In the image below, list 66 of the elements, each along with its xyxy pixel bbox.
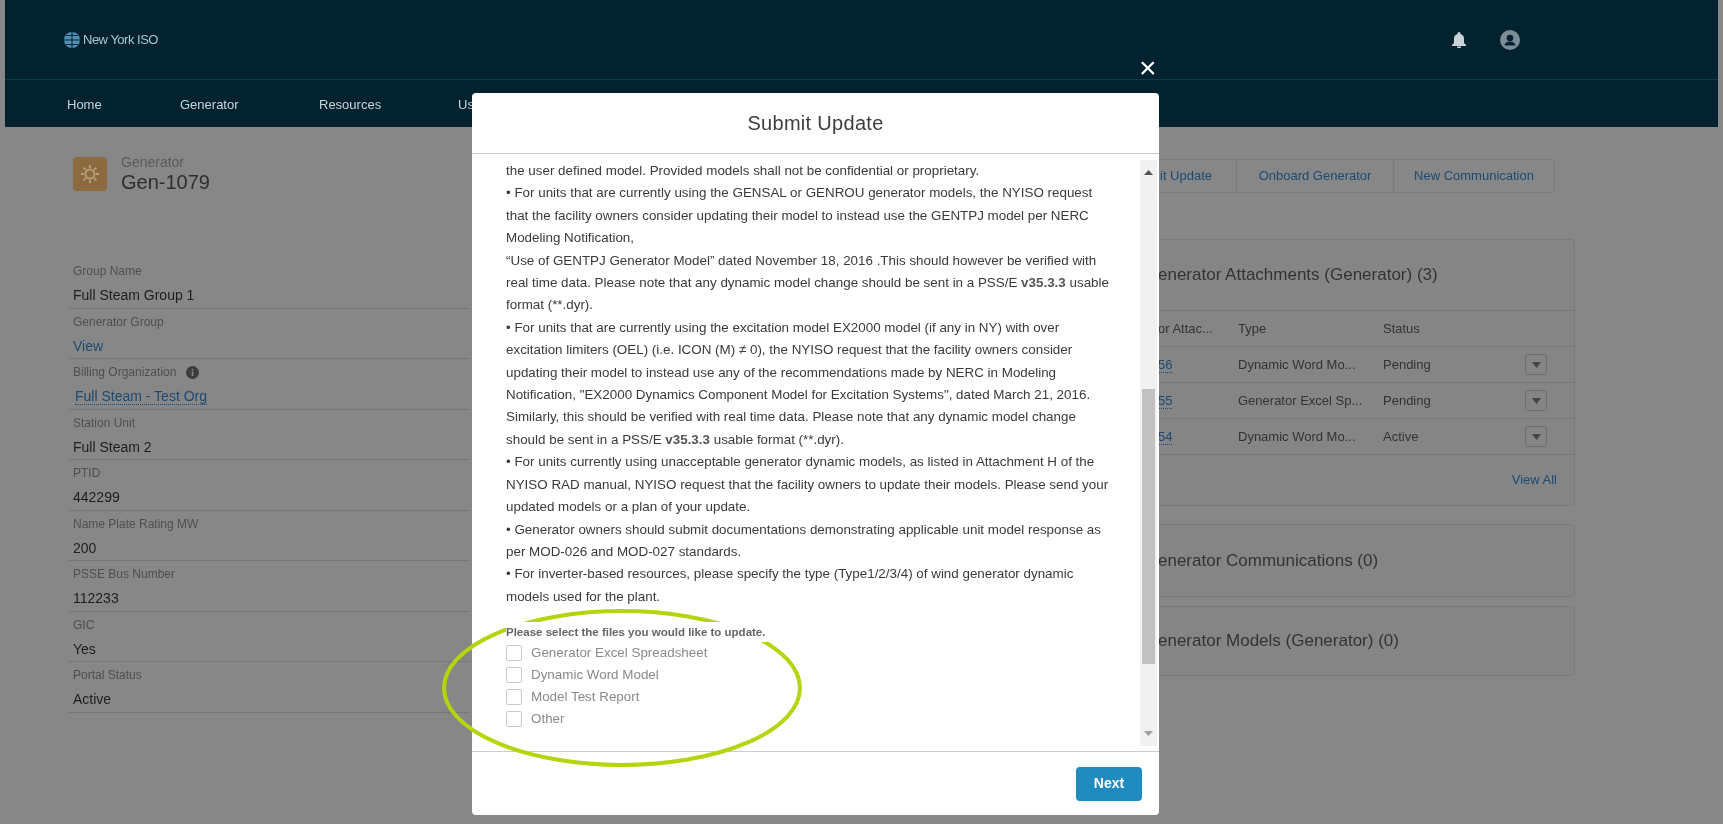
field-label: Billing Organization (73, 364, 177, 381)
card-title[interactable]: enerator Communications (0) (1158, 547, 1379, 574)
instruction-text: • For inverter-based resources, please specify the type (Type1/2/3/4) of wind generator dynamic models used for the plant. (506, 565, 1075, 606)
field-value: Full Steam 2 (73, 438, 152, 455)
card-title[interactable]: enerator Models (Generator) (0) (1158, 628, 1399, 654)
column-header: or Attac... (1158, 319, 1214, 338)
field-label: Station Unit (73, 414, 136, 432)
field-value: Full Steam Group 1 (73, 287, 195, 303)
table-cell: Pending (1383, 356, 1431, 372)
user-avatar-icon[interactable] (1500, 29, 1520, 50)
field-value: Active (73, 691, 112, 707)
table-cell: Generator Excel Sp... (1238, 392, 1363, 408)
field-label: Portal Status (73, 667, 142, 684)
caret-icon (1531, 433, 1541, 440)
row-menu-button[interactable] (1525, 354, 1547, 375)
field-value: 200 (73, 539, 97, 556)
field-value: 442299 (73, 489, 120, 505)
table-cell: Dynamic Word Mo... (1238, 356, 1356, 372)
instruction-text: • For units that are currently using the excitation model EX2000 model (if any in NY) with over excitation limiters (OEL) (i.e. ICON (M) ≠ 0), the NYISO request that the facility owners consider updating their model to instead use any of the recommendations made by NERC in Modeling Notification, "EX2000 Dynamics Component Model for Excitation Systems", dated March 21, 2016. Similarly, this should be verified with real time data. Please note that any dynamic model change should be sent in a PSS/E v35.3.3 usable format (**.dyr). (506, 318, 1092, 449)
file-checkbox[interactable]: Dynamic Word Model (506, 664, 659, 687)
file-checkbox[interactable]: Generator Excel Spreadsheet (506, 642, 708, 665)
info-icon[interactable] (186, 365, 200, 379)
caret-icon (1531, 397, 1541, 404)
instruction-text: the user defined model. Provided models shall not be confidential or proprietary. (506, 162, 981, 180)
gear-icon (73, 157, 107, 191)
field-label: Generator Group (73, 313, 164, 331)
record-title: Gen-1079 (121, 170, 210, 194)
card-title[interactable]: enerator Attachments (Generator) (3) (1158, 262, 1438, 288)
table-cell: Active (1383, 428, 1419, 444)
field-label: Name Plate Rating MW (73, 515, 199, 533)
row-menu-button[interactable] (1525, 390, 1547, 411)
column-header: Type (1238, 319, 1268, 338)
field-link[interactable]: Full Steam - Test Org (75, 388, 207, 405)
field-link[interactable]: View (73, 337, 104, 354)
file-checkbox[interactable]: Other (506, 708, 565, 731)
instruction-text: • For units that are currently using the GENSAL or GENROU generator models, the NYISO request that the facility owners consider updating their model to instead use the GENTPJ model per NERC Modeling Notification, (506, 184, 1094, 248)
view-all-link[interactable]: View All (1511, 470, 1557, 490)
action-button[interactable]: Onboard Generator (1236, 160, 1393, 192)
column-header: Status (1383, 319, 1421, 338)
row-menu-button[interactable] (1525, 426, 1547, 447)
field-value: 112233 (73, 590, 119, 606)
nav-link[interactable]: Generator (180, 96, 239, 112)
nav-link[interactable]: Home (67, 96, 102, 112)
scrollbar[interactable] (1140, 160, 1157, 746)
notification-bell-icon[interactable] (1451, 31, 1467, 48)
instruction-text: “Use of GENTPJ Generator Model” dated November 18, 2016 .This should however be verified with real time data. Please note that any dynamic model change should be sent in a PSS/E v35.3.3 usable format (**.dyr). (506, 251, 1110, 315)
field-label: Group Name (73, 263, 142, 280)
table-cell: Pending (1383, 392, 1431, 408)
caret-icon (1531, 361, 1541, 368)
globe-icon (63, 30, 81, 49)
files-prompt: Please select the files you would like to update. (506, 622, 768, 643)
action-button[interactable]: it Update (1158, 160, 1236, 192)
action-button[interactable]: New Communication (1393, 160, 1554, 192)
field-label: PSSE Bus Number (73, 566, 176, 583)
file-checkbox[interactable]: Model Test Report (506, 686, 640, 709)
logo-text[interactable]: New York ISO (83, 29, 158, 50)
field-label: PTID (73, 465, 101, 482)
instruction-text: • Generator owners should submit documentations demonstrating applicable unit model response as per MOD-026 and MOD-027 standards. (506, 520, 1102, 561)
instruction-text: • For units currently using unacceptable generator dynamic models, as listed in Attachment H of the NYISO RAD manual, NYISO request that the facility owners to update their models. Please send your updated models or a plan of your update. (506, 453, 1110, 517)
nav-link[interactable]: Resources (319, 96, 382, 112)
table-cell: Dynamic Word Mo... (1238, 428, 1356, 444)
close-button[interactable]: × (1139, 55, 1157, 81)
next-button[interactable]: Next (1076, 766, 1142, 801)
field-value: Yes (73, 640, 96, 657)
modal-title: Submit Update (747, 111, 884, 136)
field-label: GIC (73, 616, 95, 634)
